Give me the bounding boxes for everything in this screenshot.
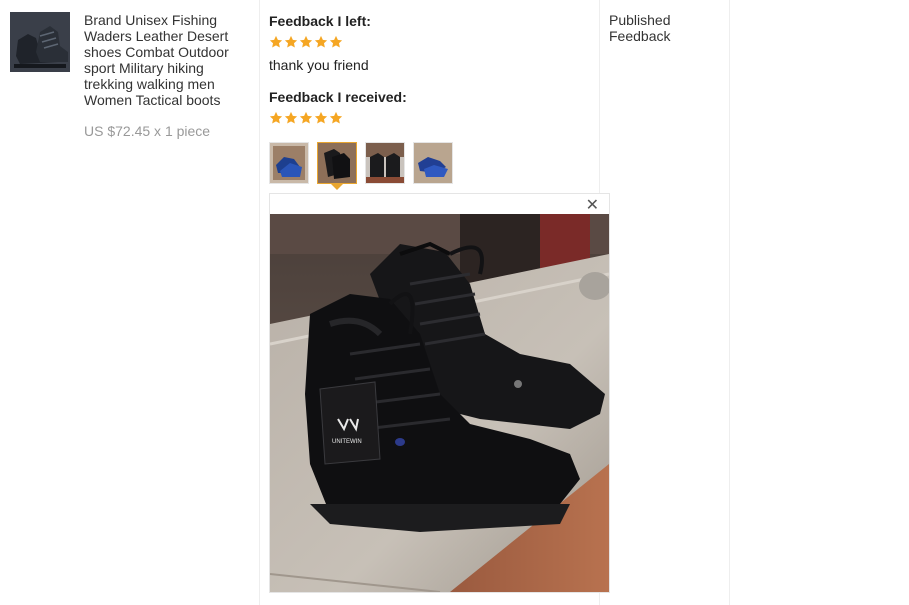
feedback-photo-thumbnails xyxy=(269,142,453,184)
photo-thumbnail-2[interactable] xyxy=(317,142,357,184)
product-title[interactable]: Brand Unisex Fishing Waders Leather Dese… xyxy=(84,12,244,108)
star-icon xyxy=(284,35,298,48)
feedback-photo-large: UNITEWIN xyxy=(270,214,609,592)
star-icon xyxy=(314,111,328,124)
star-icon xyxy=(329,35,343,48)
feedback-received-rating xyxy=(269,111,343,125)
star-icon xyxy=(314,35,328,48)
product-price: US $72.45 x 1 piece xyxy=(84,123,211,139)
feedback-left-text: thank you friend xyxy=(269,57,369,73)
close-icon[interactable]: ✕ xyxy=(586,198,599,214)
star-icon xyxy=(299,35,313,48)
photo-viewer: ✕ UNITEWIN xyxy=(269,193,610,593)
photo-thumbnail-4[interactable] xyxy=(413,142,453,184)
column-divider xyxy=(259,0,260,605)
star-icon xyxy=(299,111,313,124)
feedback-left-rating xyxy=(269,35,343,49)
blue-shoes-photo-icon xyxy=(414,143,452,183)
active-thumbnail-caret xyxy=(331,184,343,190)
star-icon xyxy=(284,111,298,124)
tag-brand: UNITEWIN xyxy=(332,439,362,445)
feedback-status: Published Feedback xyxy=(609,12,671,44)
photo-thumbnail-3[interactable] xyxy=(365,142,405,184)
column-divider xyxy=(729,0,730,605)
product-image[interactable] xyxy=(10,12,70,72)
star-icon xyxy=(269,35,283,48)
black-boots-pair-photo-icon xyxy=(366,143,404,183)
blue-shoes-photo-icon xyxy=(270,143,308,183)
star-icon xyxy=(269,111,283,124)
feedback-received-heading: Feedback I received: xyxy=(269,89,407,105)
star-icon xyxy=(329,111,343,124)
black-boots-photo-icon xyxy=(318,143,356,183)
feedback-left-heading: Feedback I left: xyxy=(269,13,371,29)
photo-thumbnail-1[interactable] xyxy=(269,142,309,184)
